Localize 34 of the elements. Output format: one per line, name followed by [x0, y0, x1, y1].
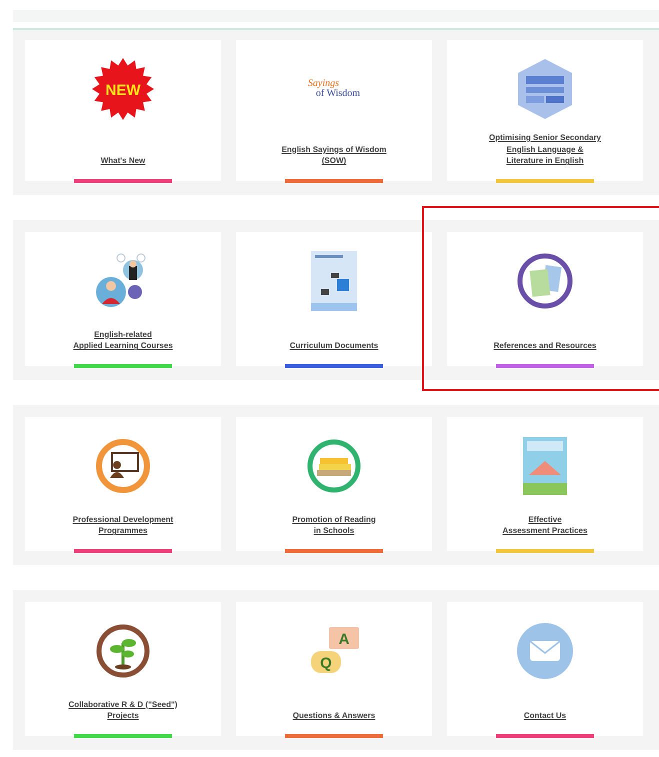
- menu-card[interactable]: English-related Applied Learning Courses: [25, 232, 221, 366]
- menu-card[interactable]: Optimising Senior Secondary English Language & Literature in English: [447, 40, 643, 181]
- card-title-link[interactable]: Promotion of Reading in Schools: [286, 508, 382, 549]
- papers-ring-icon: [517, 252, 573, 309]
- cover-picture: [516, 58, 574, 120]
- menu-card[interactable]: References and Resources: [447, 232, 643, 366]
- card-title-link[interactable]: Collaborative R & D ("Seed") Projects: [62, 692, 184, 734]
- books-ring-icon: [306, 438, 362, 494]
- menu-card[interactable]: Curriculum Documents: [236, 232, 432, 366]
- logo-picture: Sayings of Wisdom: [308, 79, 360, 99]
- card-title-link[interactable]: Questions & Answers: [286, 704, 382, 734]
- seedling-ring-icon: [95, 622, 151, 679]
- teacher-board-icon: [95, 438, 151, 494]
- menu-card[interactable]: Promotion of Reading in Schools: [236, 416, 432, 551]
- menu-card[interactable]: Effective Assessment Practices: [447, 416, 643, 551]
- envelope-icon: [517, 622, 573, 679]
- new-starburst-icon: NEW: [91, 57, 155, 121]
- menu-card[interactable]: Professional Development Programmes: [25, 416, 221, 551]
- card-title-link[interactable]: What's New: [94, 149, 152, 179]
- card-title-link[interactable]: Effective Assessment Practices: [496, 508, 594, 549]
- card-title-link[interactable]: English Sayings of Wisdom (SOW): [276, 138, 392, 179]
- poster-picture: [523, 436, 567, 495]
- card-title-link[interactable]: Curriculum Documents: [284, 334, 384, 364]
- card-title-link[interactable]: English-related Applied Learning Courses: [67, 322, 179, 364]
- menu-card[interactable]: A Q Questions & Answers: [236, 602, 432, 736]
- card-title-link[interactable]: Professional Development Programmes: [66, 508, 180, 549]
- card-title-link[interactable]: Contact Us: [518, 704, 572, 734]
- document-cover-picture: [311, 250, 357, 311]
- menu-card[interactable]: Collaborative R & D ("Seed") Projects: [25, 602, 221, 736]
- menu-card[interactable]: NEW What's New: [25, 40, 221, 181]
- menu-card[interactable]: Contact Us: [447, 602, 643, 736]
- menu-card[interactable]: Sayings of Wisdom English Sayings of Wisdom (SOW): [236, 40, 432, 181]
- card-title-link[interactable]: Optimising Senior Secondary English Language & Literature in English: [482, 126, 608, 179]
- card-title-link[interactable]: References and Resources: [488, 334, 602, 364]
